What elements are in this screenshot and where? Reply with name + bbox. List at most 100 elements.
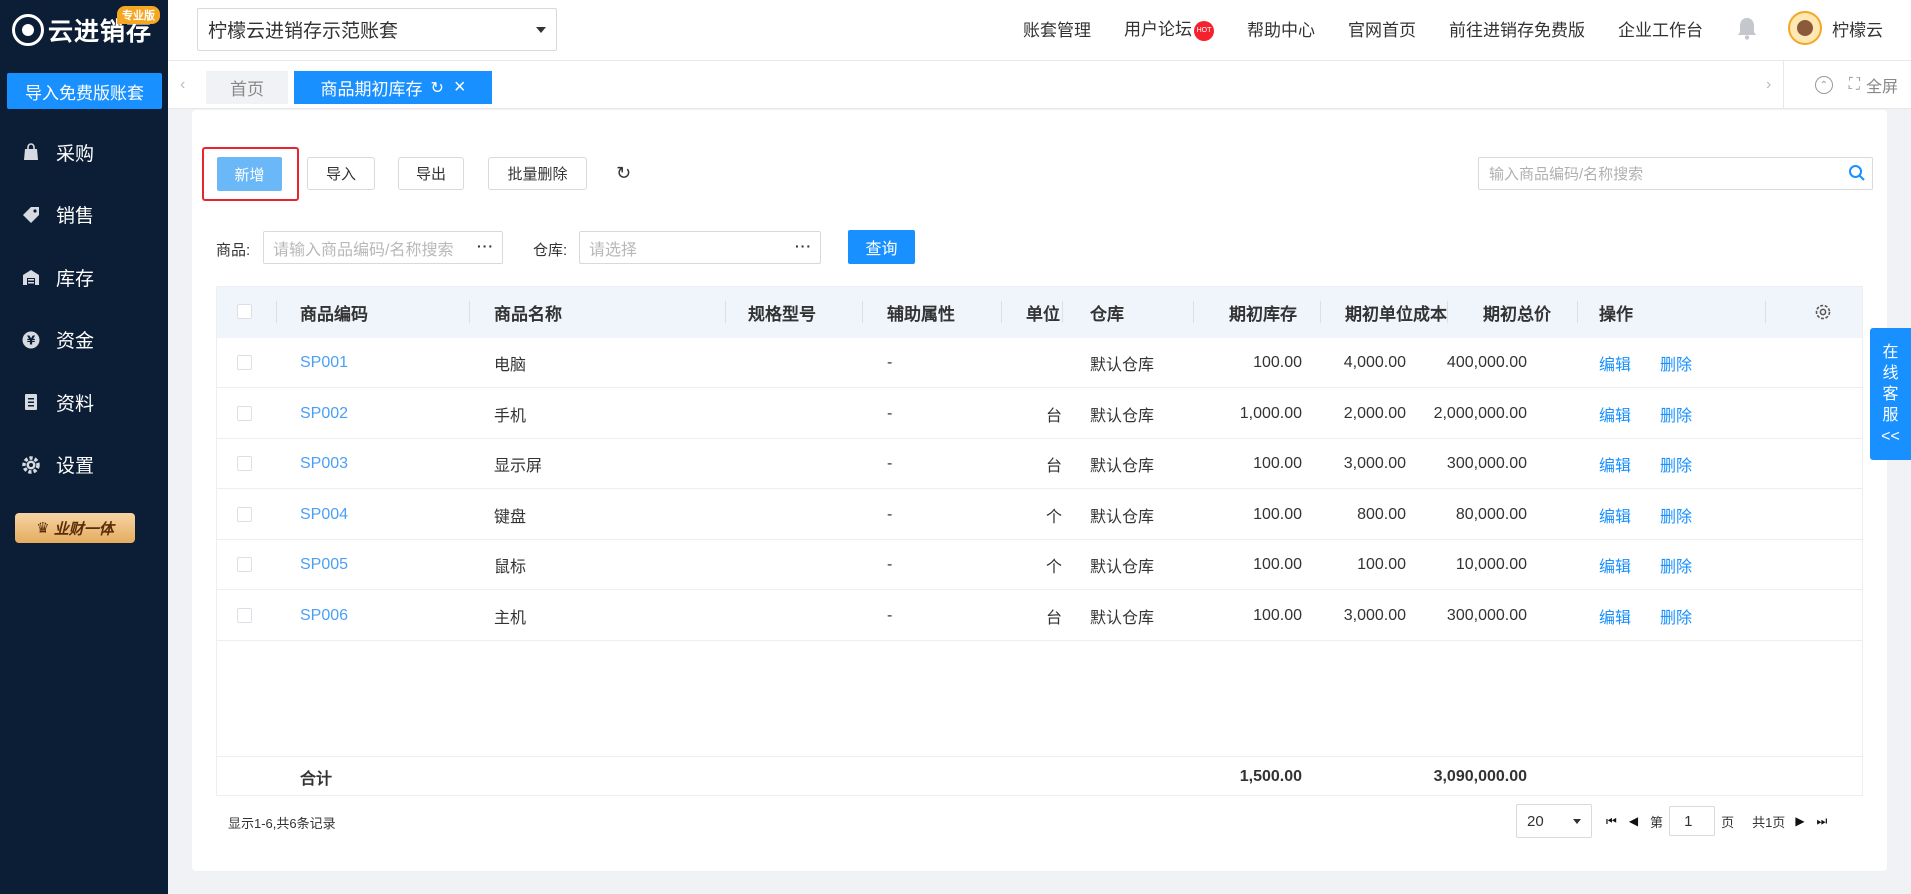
- more-icon[interactable]: ···: [795, 238, 812, 254]
- last-page-icon[interactable]: ⏭: [1817, 814, 1828, 829]
- sidebar-item-1[interactable]: 销售: [0, 184, 168, 247]
- add-button[interactable]: 新增: [217, 157, 282, 191]
- link-user-forum[interactable]: 用户论坛 HOT: [1124, 15, 1214, 41]
- cell-name: 键盘: [494, 508, 527, 526]
- cell-code[interactable]: SP001: [300, 338, 348, 388]
- edit-link[interactable]: 编辑: [1599, 338, 1631, 388]
- search-input[interactable]: 输入商品编码/名称搜索: [1478, 157, 1873, 190]
- edit-link[interactable]: 编辑: [1599, 490, 1631, 540]
- row-checkbox[interactable]: [237, 355, 252, 370]
- tab-home[interactable]: 首页: [206, 71, 288, 104]
- main-card: 新增 导入 导出 批量删除 ↻ 输入商品编码/名称搜索 商品: 请输入商品编码/…: [192, 110, 1887, 871]
- tab-scroll-left-icon[interactable]: ‹: [180, 76, 185, 94]
- query-button[interactable]: 查询: [848, 230, 915, 264]
- cell-attr: -: [887, 354, 893, 371]
- table-row[interactable]: SP002 手机 - 台 默认仓库 1,000.00 2,000.00 2,000,000.0…: [217, 389, 1862, 439]
- header-name[interactable]: 商品名称: [494, 287, 562, 338]
- page-number-input[interactable]: 1: [1669, 806, 1716, 836]
- prev-page-icon[interactable]: ◀: [1629, 814, 1638, 828]
- edit-link[interactable]: 编辑: [1599, 439, 1631, 489]
- row-checkbox[interactable]: [237, 456, 252, 471]
- link-account-management[interactable]: 账套管理: [1023, 16, 1091, 41]
- column-divider: [1001, 301, 1002, 323]
- delete-link[interactable]: 删除: [1660, 591, 1692, 641]
- cell-code[interactable]: SP005: [300, 540, 348, 590]
- cell-warehouse: 默认仓库: [1090, 559, 1155, 576]
- row-checkbox[interactable]: [237, 506, 252, 522]
- cell-code[interactable]: SP006: [300, 591, 348, 641]
- cell-code[interactable]: SP003: [300, 439, 348, 489]
- column-divider: [1765, 301, 1766, 323]
- fullscreen-icon[interactable]: ⛶: [1849, 76, 1860, 94]
- account-select[interactable]: 柠檬云进销存示范账套: [197, 8, 557, 51]
- edit-link[interactable]: 编辑: [1599, 389, 1631, 439]
- sidebar-item-3[interactable]: ¥ 资金: [0, 309, 168, 372]
- next-page-icon[interactable]: ▶: [1795, 814, 1804, 828]
- bulk-delete-button[interactable]: 批量删除: [488, 157, 587, 190]
- table-row[interactable]: SP003 显示屏 - 台 默认仓库 100.00 3,000.00 300,000.00 编辑…: [217, 439, 1862, 489]
- header-qty[interactable]: 期初库存: [1229, 287, 1297, 338]
- link-free-version[interactable]: 前往进销存免费版: [1449, 16, 1585, 41]
- refresh-icon[interactable]: ↻: [616, 163, 631, 184]
- collapse-up-icon[interactable]: ⌃: [1814, 76, 1833, 94]
- tab-opening-inventory[interactable]: 商品期初库存 ↻ ×: [294, 71, 492, 104]
- table-row[interactable]: SP006 主机 - 台 默认仓库 100.00 3,000.00 300,000.00 编辑删…: [217, 591, 1862, 641]
- export-button[interactable]: 导出: [398, 157, 464, 190]
- footer-label: 合计: [300, 771, 333, 788]
- import-free-account-button[interactable]: 导入免费版账套: [7, 73, 162, 109]
- header-attr[interactable]: 辅助属性: [887, 287, 955, 338]
- row-checkbox[interactable]: [237, 557, 252, 572]
- delete-link[interactable]: 删除: [1660, 439, 1692, 489]
- sidebar-item-2[interactable]: 库存: [0, 246, 168, 309]
- first-page-icon[interactable]: ⏮: [1606, 814, 1617, 829]
- bell-icon[interactable]: [1736, 16, 1758, 40]
- username[interactable]: 柠檬云: [1832, 16, 1883, 41]
- import-button[interactable]: 导入: [307, 157, 375, 190]
- cell-code[interactable]: SP004: [300, 490, 348, 540]
- edit-link[interactable]: 编辑: [1599, 591, 1631, 641]
- row-checkbox[interactable]: [237, 405, 252, 421]
- close-icon[interactable]: ×: [454, 76, 466, 99]
- table-row[interactable]: SP005 鼠标 - 个 默认仓库 100.00 100.00 10,000.00 编辑 删除: [217, 540, 1862, 590]
- header-spec[interactable]: 规格型号: [748, 287, 816, 338]
- refresh-icon[interactable]: ↻: [430, 78, 443, 98]
- table-row[interactable]: SP001 电脑 - 默认仓库 100.00 4,000.00 400,000.00 编辑 删除: [217, 338, 1862, 388]
- warehouse-filter-input[interactable]: 请选择 ···: [579, 231, 821, 264]
- row-checkbox[interactable]: [237, 607, 252, 623]
- page-size-select[interactable]: 20: [1516, 804, 1592, 838]
- logo[interactable]: 云进销存 专业版: [0, 0, 168, 60]
- delete-link[interactable]: 删除: [1660, 338, 1692, 388]
- select-all-checkbox[interactable]: [237, 304, 252, 319]
- sidebar-menu: 采购 销售 库存 ¥ 资金 资料 设置: [0, 121, 168, 496]
- link-official-site[interactable]: 官网首页: [1348, 16, 1416, 41]
- header-unit-cost[interactable]: 期初单位成本: [1345, 287, 1447, 338]
- yuan-coin-icon: ¥: [20, 329, 42, 351]
- online-service-button[interactable]: 在线客服 <<: [1870, 328, 1911, 460]
- header-total[interactable]: 期初总价: [1483, 287, 1551, 338]
- header-ops: 操作: [1599, 305, 1633, 324]
- header-warehouse[interactable]: 仓库: [1090, 287, 1124, 338]
- avatar[interactable]: [1788, 11, 1822, 45]
- header-unit[interactable]: 单位: [1026, 287, 1060, 338]
- product-filter-input[interactable]: 请输入商品编码/名称搜索 ···: [263, 231, 503, 264]
- link-enterprise-workbench[interactable]: 企业工作台: [1618, 16, 1703, 41]
- cell-attr: -: [887, 505, 893, 523]
- cell-code[interactable]: SP002: [300, 389, 348, 439]
- delete-link[interactable]: 删除: [1660, 389, 1692, 439]
- sidebar-item-5[interactable]: 设置: [0, 434, 168, 497]
- sidebar-item-0[interactable]: 采购: [0, 121, 168, 184]
- tab-scroll-right-icon[interactable]: ›: [1766, 76, 1771, 94]
- delete-link[interactable]: 删除: [1660, 540, 1692, 590]
- fullscreen-label[interactable]: 全屏: [1866, 73, 1898, 97]
- link-help-center[interactable]: 帮助中心: [1247, 16, 1315, 41]
- header-code[interactable]: 商品编码: [300, 287, 368, 338]
- delete-link[interactable]: 删除: [1660, 490, 1692, 540]
- more-icon[interactable]: ···: [477, 238, 494, 254]
- gear-icon[interactable]: [1814, 303, 1832, 326]
- table-row[interactable]: SP004 键盘 - 个 默认仓库 100.00 800.00 80,000.00 编辑 删除: [217, 490, 1862, 540]
- promo-banner[interactable]: ♛ 业财一体: [15, 513, 135, 543]
- account-name: 柠檬云进销存示范账套: [208, 21, 399, 42]
- sidebar-item-4[interactable]: 资料: [0, 371, 168, 434]
- edit-link[interactable]: 编辑: [1599, 540, 1631, 590]
- search-icon[interactable]: [1848, 164, 1866, 186]
